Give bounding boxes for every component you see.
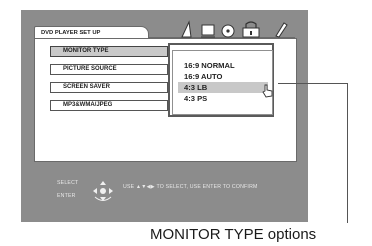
option-4-3-lb[interactable]: 4:3 LB	[178, 82, 268, 93]
option-16-9-auto[interactable]: 16:9 AUTO	[178, 71, 268, 82]
figure-caption: MONITOR TYPE options	[150, 226, 317, 243]
menu-item-screen-saver[interactable]: SCREEN SAVER	[50, 82, 171, 95]
hand-cursor-icon	[262, 84, 273, 98]
tab-icons	[181, 20, 288, 38]
option-16-9-normal[interactable]: 16:9 NORMAL	[178, 60, 268, 71]
menu-item-monitor-type[interactable]: MONITOR TYPE	[50, 46, 168, 57]
pen-tab-icon[interactable]	[275, 22, 288, 38]
display-tab-icon[interactable]	[201, 24, 215, 38]
menu-item-mp3-wma-jpeg[interactable]: MP3&WMA/JPEG	[50, 100, 171, 113]
setup-title-tab: DVD PLAYER SET UP	[34, 26, 149, 38]
option-4-3-ps[interactable]: 4:3 PS	[178, 93, 268, 104]
disc-tab-icon[interactable]	[221, 24, 235, 38]
callout-line-vertical	[347, 83, 348, 223]
speaker-tab-icon[interactable]	[181, 20, 192, 38]
footer-enter-label: ENTER	[57, 193, 76, 199]
lock-tab-icon[interactable]	[242, 21, 260, 38]
navigation-joystick-icon	[93, 181, 113, 201]
menu-item-picture-source[interactable]: PICTURE SOURCE	[50, 64, 171, 77]
footer-select-label: SELECT	[57, 180, 79, 186]
footer-instruction: USE ▲▼◀▶ TO SELECT, USE ENTER TO CONFIRM	[123, 184, 258, 190]
callout-line-horizontal	[278, 83, 348, 84]
